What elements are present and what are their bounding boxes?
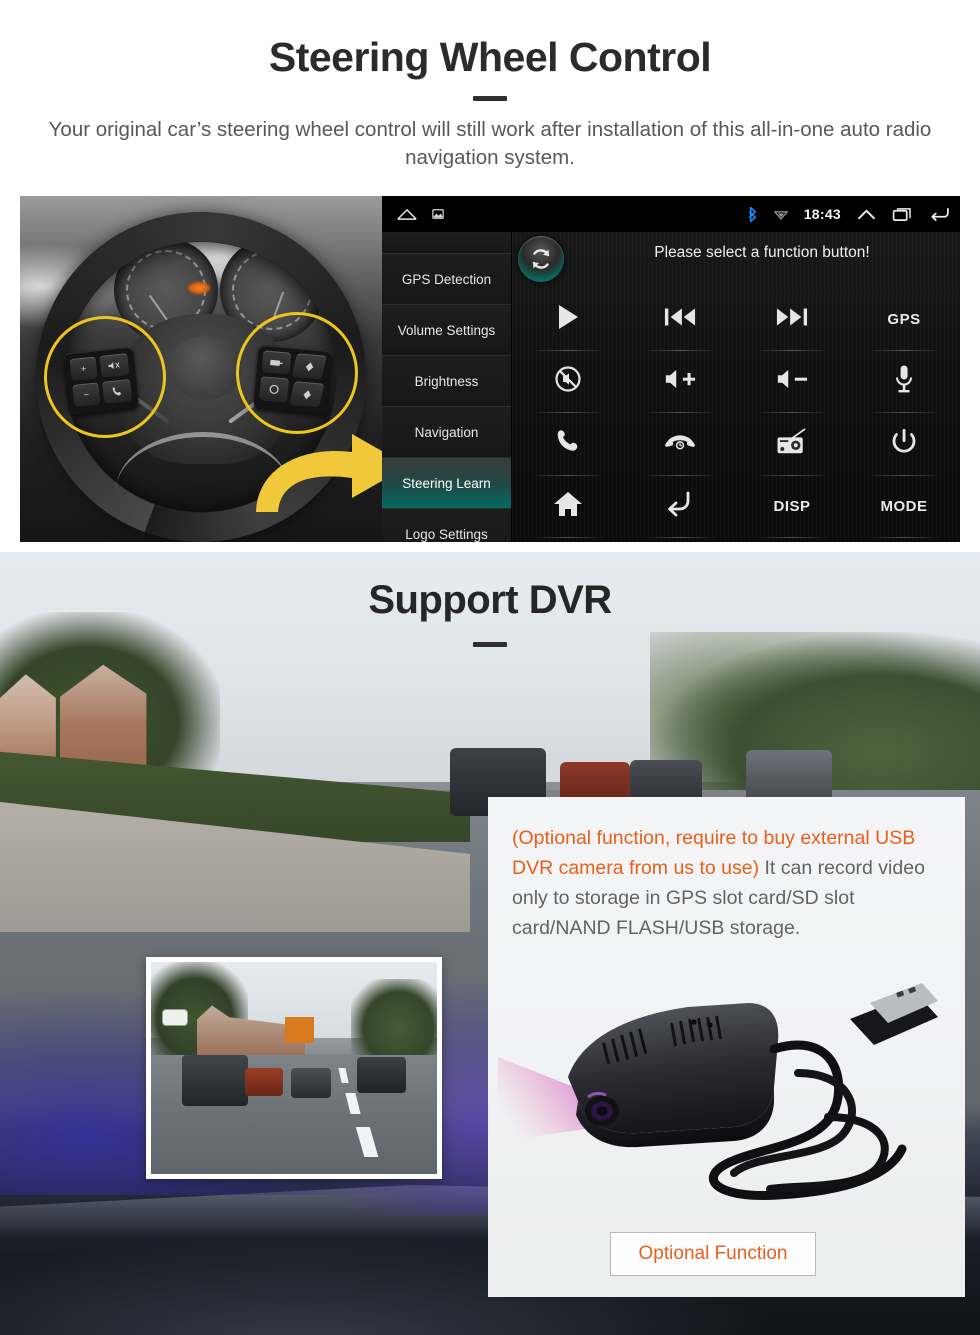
refresh-icon[interactable] bbox=[518, 236, 564, 282]
curved-arrow-icon bbox=[248, 408, 382, 520]
function-button-mode[interactable]: MODE bbox=[848, 476, 960, 539]
thumb-car-black bbox=[356, 1057, 406, 1094]
steering-wheel-and-headunit-photo: + − 18:43 GPS Detection Volume Settings … bbox=[20, 196, 960, 542]
airbag-cover bbox=[168, 336, 242, 400]
function-button-grid: GPS DISP MODE bbox=[512, 288, 960, 538]
recents-icon[interactable] bbox=[892, 207, 913, 222]
page-title-support-dvr: Support DVR bbox=[368, 578, 612, 622]
function-button-previous[interactable] bbox=[624, 288, 736, 351]
function-button-play[interactable] bbox=[512, 288, 624, 351]
android-status-bar: 18:43 bbox=[382, 196, 960, 232]
head-unit-screen: 18:43 GPS Detection Volume Settings Brig… bbox=[382, 196, 960, 542]
support-dvr-section: Support DVR (Optional function, require … bbox=[0, 552, 980, 1335]
gps-text-icon: GPS bbox=[887, 310, 921, 328]
optional-function-button[interactable]: Optional Function bbox=[610, 1232, 816, 1276]
phone-call-icon bbox=[555, 428, 582, 460]
radio-icon bbox=[776, 427, 808, 461]
thumb-car-suv bbox=[182, 1055, 249, 1107]
sidebar-item-brightness[interactable]: Brightness bbox=[382, 356, 511, 407]
mode-text-icon: MODE bbox=[880, 498, 928, 516]
power-icon bbox=[891, 428, 917, 461]
function-button-mute[interactable] bbox=[512, 351, 624, 414]
function-button-gps[interactable]: GPS bbox=[848, 288, 960, 351]
sidebar-item-logo-settings[interactable]: Logo Settings bbox=[382, 509, 511, 542]
function-button-call[interactable] bbox=[512, 413, 624, 476]
thumb-car-red bbox=[245, 1068, 283, 1096]
function-button-volume-down[interactable] bbox=[736, 351, 848, 414]
dvr-info-panel: (Optional function, require to buy exter… bbox=[488, 797, 965, 1297]
next-icon bbox=[776, 305, 808, 334]
steering-wheel-photo: + − bbox=[20, 196, 382, 542]
steering-wheel-subtitle: Your original car’s steering wheel contr… bbox=[48, 118, 932, 169]
highlight-circle-left bbox=[44, 316, 166, 438]
function-button-microphone[interactable] bbox=[848, 351, 960, 414]
function-button-power[interactable] bbox=[848, 413, 960, 476]
function-button-hangup[interactable] bbox=[624, 413, 736, 476]
steering-wheel-control-section: Steering Wheel Control Your original car… bbox=[0, 0, 980, 552]
sidebar-item-partial-top bbox=[382, 232, 511, 254]
function-button-home[interactable] bbox=[512, 476, 624, 539]
microphone-icon bbox=[894, 364, 914, 399]
home-icon bbox=[553, 491, 583, 523]
home-outline-icon[interactable] bbox=[396, 208, 418, 221]
wifi-icon bbox=[773, 209, 788, 220]
chevron-up-icon[interactable] bbox=[857, 208, 876, 221]
settings-sidebar-menu[interactable]: GPS Detection Volume Settings Brightness… bbox=[382, 232, 512, 542]
status-clock: 18:43 bbox=[803, 206, 841, 222]
usb-dvr-camera-photo bbox=[498, 977, 958, 1207]
dashcam-video-thumbnail bbox=[146, 957, 442, 1179]
play-icon bbox=[555, 303, 581, 336]
page-title-steering-wheel: Steering Wheel Control bbox=[268, 34, 712, 80]
title-divider bbox=[473, 96, 507, 101]
thumb-road-sign bbox=[162, 1008, 189, 1026]
phone-hangup-icon bbox=[663, 431, 697, 458]
sidebar-item-gps-detection[interactable]: GPS Detection bbox=[382, 254, 511, 305]
function-button-disp[interactable]: DISP bbox=[736, 476, 848, 539]
bluetooth-icon bbox=[747, 206, 758, 223]
function-panel-prompt: Please select a function button! bbox=[654, 244, 870, 261]
sidebar-item-steering-learn[interactable]: Steering Learn bbox=[382, 458, 511, 509]
function-button-next[interactable] bbox=[736, 288, 848, 351]
previous-icon bbox=[664, 305, 696, 334]
mute-ban-icon bbox=[554, 365, 582, 398]
title-divider-2 bbox=[473, 642, 507, 647]
screenshot-icon[interactable] bbox=[432, 208, 444, 220]
thumb-orange-building bbox=[285, 1017, 314, 1043]
disp-text-icon: DISP bbox=[773, 498, 811, 516]
back-arrow-icon bbox=[665, 490, 695, 523]
sidebar-item-volume-settings[interactable]: Volume Settings bbox=[382, 305, 511, 356]
back-icon[interactable] bbox=[929, 207, 950, 221]
sidebar-item-navigation[interactable]: Navigation bbox=[382, 407, 511, 458]
thumb-car-dark bbox=[291, 1068, 332, 1098]
function-button-back[interactable] bbox=[624, 476, 736, 539]
product-detail-page: Steering Wheel Control Your original car… bbox=[0, 0, 980, 1335]
volume-up-icon bbox=[664, 367, 696, 396]
function-button-radio[interactable] bbox=[736, 413, 848, 476]
volume-down-icon bbox=[776, 367, 808, 396]
function-button-panel: Please select a function button! GPS DIS… bbox=[512, 232, 960, 542]
function-button-volume-up[interactable] bbox=[624, 351, 736, 414]
dvr-info-text: (Optional function, require to buy exter… bbox=[512, 823, 940, 943]
